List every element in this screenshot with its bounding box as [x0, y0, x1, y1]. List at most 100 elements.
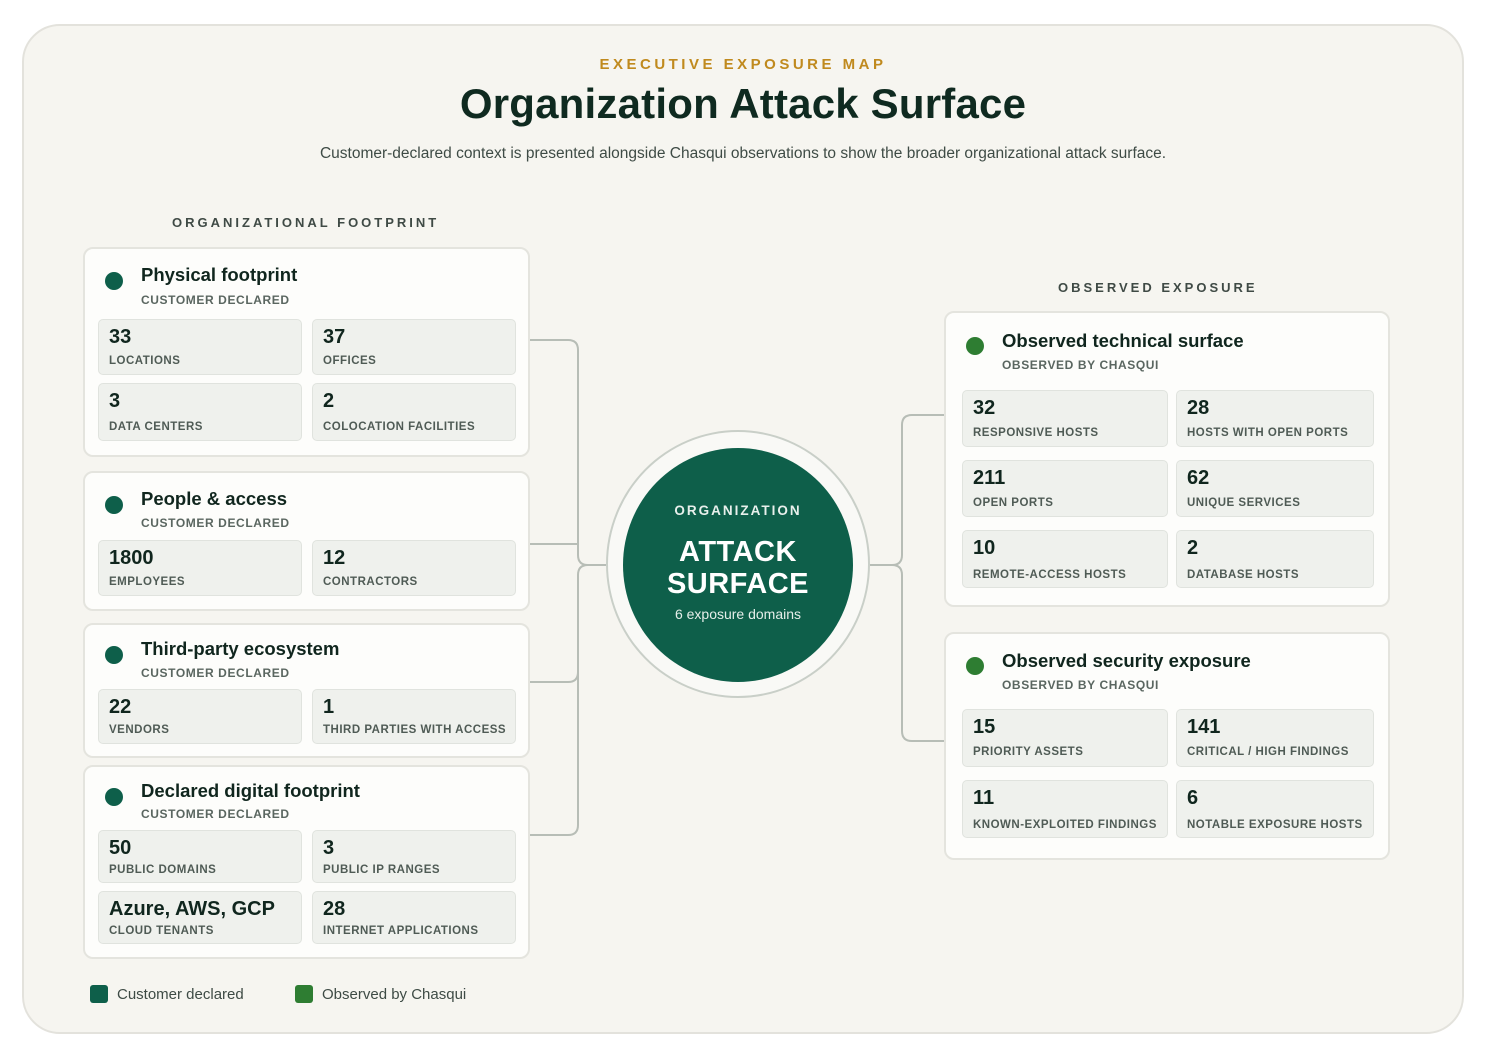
- stat-card: 3 DATA CENTERS: [98, 383, 302, 441]
- group-observed-security-exposure: Observed security exposure OBSERVED BY C…: [944, 632, 1390, 860]
- stat-label: INTERNET APPLICATIONS: [323, 925, 479, 937]
- stat-label: LOCATIONS: [109, 355, 181, 367]
- stat-card: 32 RESPONSIVE HOSTS: [962, 390, 1168, 447]
- connector-digital: [530, 672, 579, 836]
- stat-label: REMOTE-ACCESS HOSTS: [973, 569, 1127, 581]
- group-title: Physical footprint: [141, 264, 298, 285]
- hub-title: ATTACK SURFACE: [623, 536, 853, 600]
- stat-card: 37 OFFICES: [312, 319, 516, 375]
- stat-card: 15 PRIORITY ASSETS: [962, 709, 1168, 767]
- group-title: Observed technical surface: [1002, 330, 1244, 351]
- stat-label: VENDORS: [109, 724, 170, 736]
- stat-value: 28: [323, 898, 346, 920]
- group-title: People & access: [141, 488, 288, 509]
- stat-value: 32: [973, 397, 996, 419]
- stat-card: 141 CRITICAL / HIGH FINDINGS: [1176, 709, 1374, 767]
- group-subtitle: CUSTOMER DECLARED: [141, 807, 290, 821]
- stat-label: PUBLIC IP RANGES: [323, 864, 441, 876]
- group-physical-footprint: Physical footprint CUSTOMER DECLARED 33 …: [83, 247, 530, 457]
- stat-value: 1800: [109, 547, 154, 569]
- stat-card: 3 PUBLIC IP RANGES: [312, 830, 516, 883]
- legend-swatch-customer: [90, 985, 108, 1003]
- stat-card: 211 OPEN PORTS: [962, 460, 1168, 517]
- customer-declared-dot: [105, 646, 123, 664]
- stat-value: 11: [973, 787, 995, 809]
- group-declared-digital-footprint: Declared digital footprint CUSTOMER DECL…: [83, 765, 530, 959]
- stat-card: 28 INTERNET APPLICATIONS: [312, 891, 516, 944]
- hub-note: 6 exposure domains: [674, 606, 802, 622]
- group-subtitle: CUSTOMER DECLARED: [141, 516, 290, 530]
- group-subtitle: OBSERVED BY CHASQUI: [1002, 678, 1159, 692]
- stat-label: DATABASE HOSTS: [1187, 569, 1299, 581]
- stat-value: 22: [109, 696, 132, 718]
- legend-label-customer: Customer declared: [117, 986, 244, 1003]
- stat-label: CONTRACTORS: [323, 576, 418, 588]
- stat-card: 1800 EMPLOYEES: [98, 540, 302, 596]
- stat-card: 2 DATABASE HOSTS: [1176, 530, 1374, 588]
- stat-card: 28 HOSTS WITH OPEN PORTS: [1176, 390, 1374, 447]
- stat-label: HOSTS WITH OPEN PORTS: [1187, 427, 1349, 439]
- stat-card: 10 REMOTE-ACCESS HOSTS: [962, 530, 1168, 588]
- connector-physical: [530, 339, 606, 566]
- group-observed-technical-surface: Observed technical surface OBSERVED BY C…: [944, 311, 1390, 607]
- stat-card: 33 LOCATIONS: [98, 319, 302, 375]
- group-title: Declared digital footprint: [141, 780, 360, 801]
- stat-label: NOTABLE EXPOSURE HOSTS: [1187, 819, 1363, 831]
- stat-label: DATA CENTERS: [109, 421, 203, 433]
- stat-value: 141: [1187, 716, 1221, 738]
- stat-label: PRIORITY ASSETS: [973, 746, 1084, 758]
- stat-value: 3: [109, 390, 121, 412]
- group-subtitle: CUSTOMER DECLARED: [141, 666, 290, 680]
- group-subtitle: CUSTOMER DECLARED: [141, 293, 290, 307]
- hub-eyebrow: ORGANIZATION: [674, 503, 802, 518]
- group-people-access: People & access CUSTOMER DECLARED 1800 E…: [83, 471, 530, 611]
- stat-label: COLOCATION FACILITIES: [323, 421, 476, 433]
- connector-security: [891, 564, 944, 742]
- stat-card: 1 THIRD PARTIES WITH ACCESS: [312, 689, 516, 744]
- observed-dot: [966, 337, 984, 355]
- connector-technical: [870, 414, 944, 566]
- stat-value: 211: [973, 467, 1006, 489]
- stat-label: KNOWN-EXPLOITED FINDINGS: [973, 819, 1157, 831]
- stat-value: 12: [323, 547, 346, 569]
- stat-value: 62: [1187, 467, 1210, 489]
- stat-value: 15: [973, 716, 996, 738]
- hub-title-line2: SURFACE: [666, 568, 810, 600]
- connector-thirdparty: [530, 564, 589, 683]
- stat-label: CRITICAL / HIGH FINDINGS: [1187, 746, 1349, 758]
- stat-value: 50: [109, 837, 132, 859]
- customer-declared-dot: [105, 496, 123, 514]
- stat-label: RESPONSIVE HOSTS: [973, 427, 1099, 439]
- stat-label: PUBLIC DOMAINS: [109, 864, 217, 876]
- stat-value: 1: [323, 696, 335, 718]
- stat-label: CLOUD TENANTS: [109, 925, 214, 937]
- hub-title-line1: ATTACK: [679, 536, 797, 568]
- customer-declared-dot: [105, 788, 123, 806]
- stat-value: 6: [1187, 787, 1199, 809]
- stat-card: Azure, AWS, GCP CLOUD TENANTS: [98, 891, 302, 944]
- customer-declared-dot: [105, 272, 123, 290]
- stat-card: 2 COLOCATION FACILITIES: [312, 383, 516, 441]
- stat-label: OFFICES: [323, 355, 377, 367]
- stat-label: UNIQUE SERVICES: [1187, 497, 1301, 509]
- stat-card: 11 KNOWN-EXPLOITED FINDINGS: [962, 780, 1168, 838]
- stat-card: 6 NOTABLE EXPOSURE HOSTS: [1176, 780, 1374, 838]
- stat-value: Azure, AWS, GCP: [109, 898, 275, 920]
- stat-value: 2: [323, 390, 335, 412]
- stat-value: 3: [323, 837, 335, 859]
- stat-value: 28: [1187, 397, 1210, 419]
- stat-label: OPEN PORTS: [973, 497, 1054, 509]
- group-third-party-ecosystem: Third-party ecosystem CUSTOMER DECLARED …: [83, 623, 530, 758]
- stat-card: 22 VENDORS: [98, 689, 302, 744]
- stat-value: 37: [323, 326, 346, 348]
- stat-card: 62 UNIQUE SERVICES: [1176, 460, 1374, 517]
- stat-value: 10: [973, 537, 996, 559]
- observed-dot: [966, 657, 984, 675]
- legend-swatch-observed: [295, 985, 313, 1003]
- stat-value: 2: [1187, 537, 1199, 559]
- legend-label-observed: Observed by Chasqui: [322, 986, 467, 1003]
- group-title: Third-party ecosystem: [141, 638, 340, 659]
- group-title: Observed security exposure: [1002, 650, 1251, 671]
- stat-value: 33: [109, 326, 132, 348]
- stat-label: EMPLOYEES: [109, 576, 186, 588]
